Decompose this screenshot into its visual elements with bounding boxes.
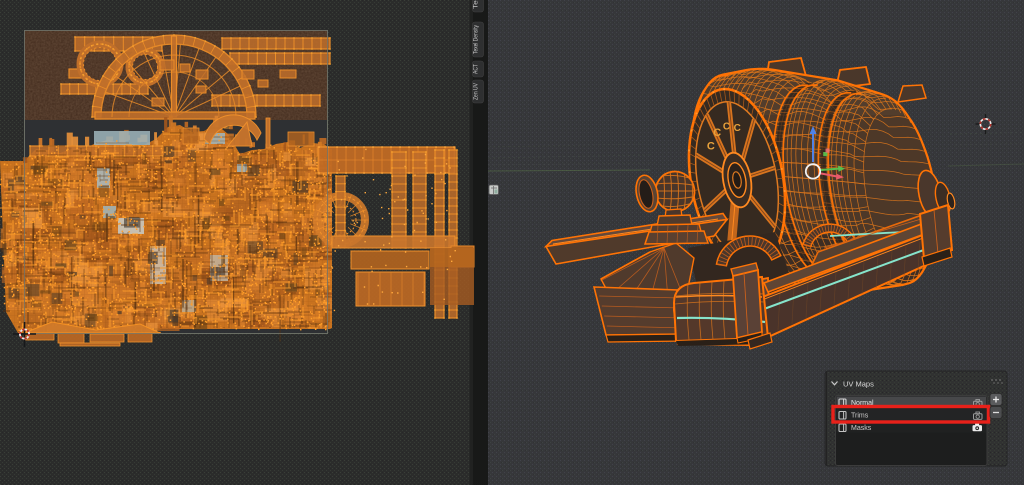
- svg-text:C: C: [723, 121, 730, 132]
- svg-text:C: C: [713, 127, 721, 139]
- svg-text:Zen UV: Zen UV: [473, 82, 480, 100]
- svg-text:Texel Density: Texel Density: [473, 24, 480, 54]
- svg-text:ACT: ACT: [473, 64, 480, 74]
- svg-text:UV Maps: UV Maps: [843, 380, 874, 389]
- svg-text:C: C: [707, 141, 715, 153]
- svg-text:C: C: [734, 123, 741, 134]
- svg-text:Masks: Masks: [851, 425, 872, 432]
- svg-text:TexTools: TexTools: [473, 0, 480, 9]
- svg-text:Trims: Trims: [851, 412, 869, 419]
